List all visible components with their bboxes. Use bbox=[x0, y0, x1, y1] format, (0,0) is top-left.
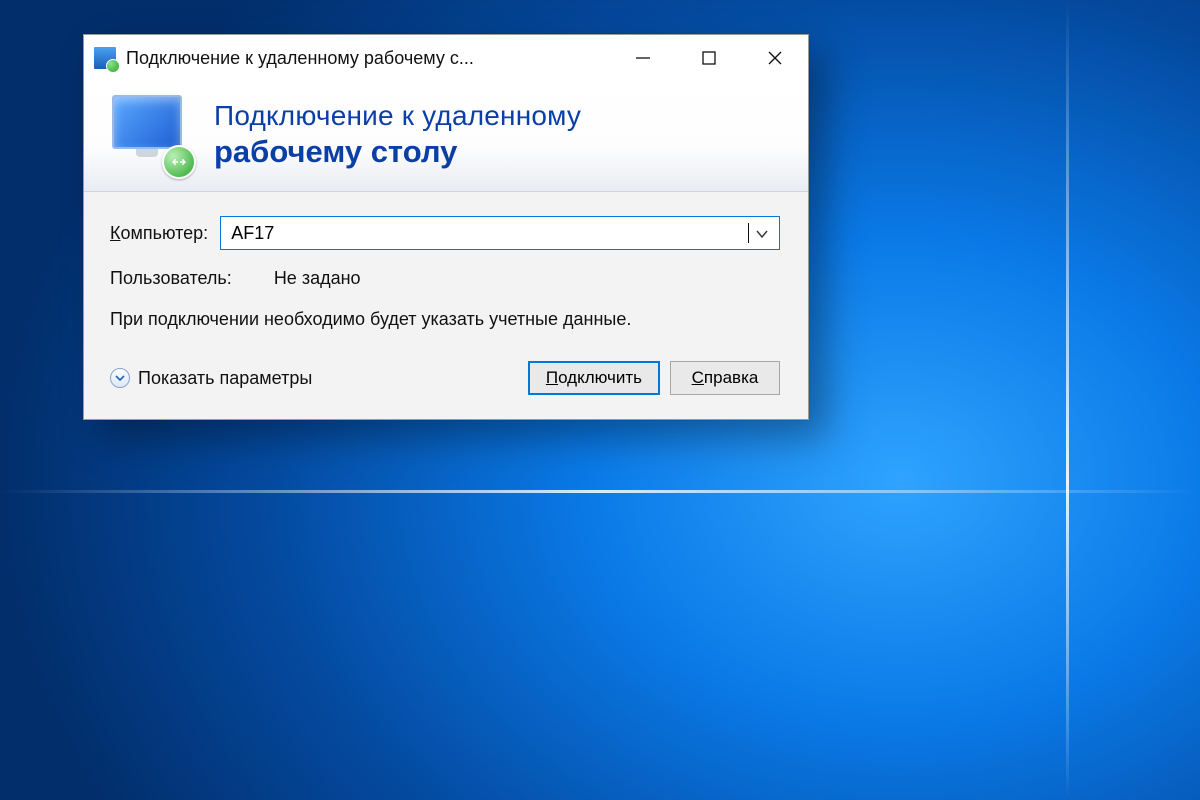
minimize-button[interactable] bbox=[610, 35, 676, 81]
close-icon bbox=[766, 49, 784, 67]
expand-icon bbox=[110, 368, 130, 388]
help-button[interactable]: Справка bbox=[670, 361, 780, 395]
close-button[interactable] bbox=[742, 35, 808, 81]
computer-combobox[interactable] bbox=[220, 216, 780, 250]
maximize-icon bbox=[701, 50, 717, 66]
user-label: Пользователь: bbox=[110, 268, 232, 289]
app-icon bbox=[94, 47, 116, 69]
computer-label: Компьютер: bbox=[110, 223, 208, 244]
titlebar[interactable]: Подключение к удаленному рабочему с... bbox=[84, 35, 808, 81]
rdp-logo-icon bbox=[106, 95, 194, 175]
header-line1: Подключение к удаленному bbox=[214, 100, 581, 132]
dropdown-arrow[interactable] bbox=[749, 223, 775, 244]
connect-button[interactable]: Подключить bbox=[528, 361, 660, 395]
dialog-body: Компьютер: Пользователь: Не задано При п… bbox=[84, 192, 808, 419]
show-options-link[interactable]: Показать параметры bbox=[110, 368, 312, 389]
rdp-dialog: Подключение к удаленному рабочему с... П… bbox=[83, 34, 809, 420]
header-line2: рабочему столу bbox=[214, 134, 581, 170]
computer-row: Компьютер: bbox=[110, 216, 780, 250]
dialog-header: Подключение к удаленному рабочему столу bbox=[84, 81, 808, 192]
computer-input[interactable] bbox=[231, 223, 750, 244]
user-row: Пользователь: Не задано bbox=[110, 268, 780, 289]
header-text: Подключение к удаленному рабочему столу bbox=[214, 100, 581, 170]
window-title: Подключение к удаленному рабочему с... bbox=[126, 48, 610, 69]
credentials-hint: При подключении необходимо будет указать… bbox=[110, 307, 670, 331]
window-controls bbox=[610, 35, 808, 81]
show-options-label: Показать параметры bbox=[138, 368, 312, 389]
dialog-footer: Показать параметры Подключить Справка bbox=[110, 361, 780, 395]
user-value: Не задано bbox=[274, 268, 361, 289]
chevron-down-icon bbox=[756, 229, 768, 239]
maximize-button[interactable] bbox=[676, 35, 742, 81]
minimize-icon bbox=[634, 49, 652, 67]
